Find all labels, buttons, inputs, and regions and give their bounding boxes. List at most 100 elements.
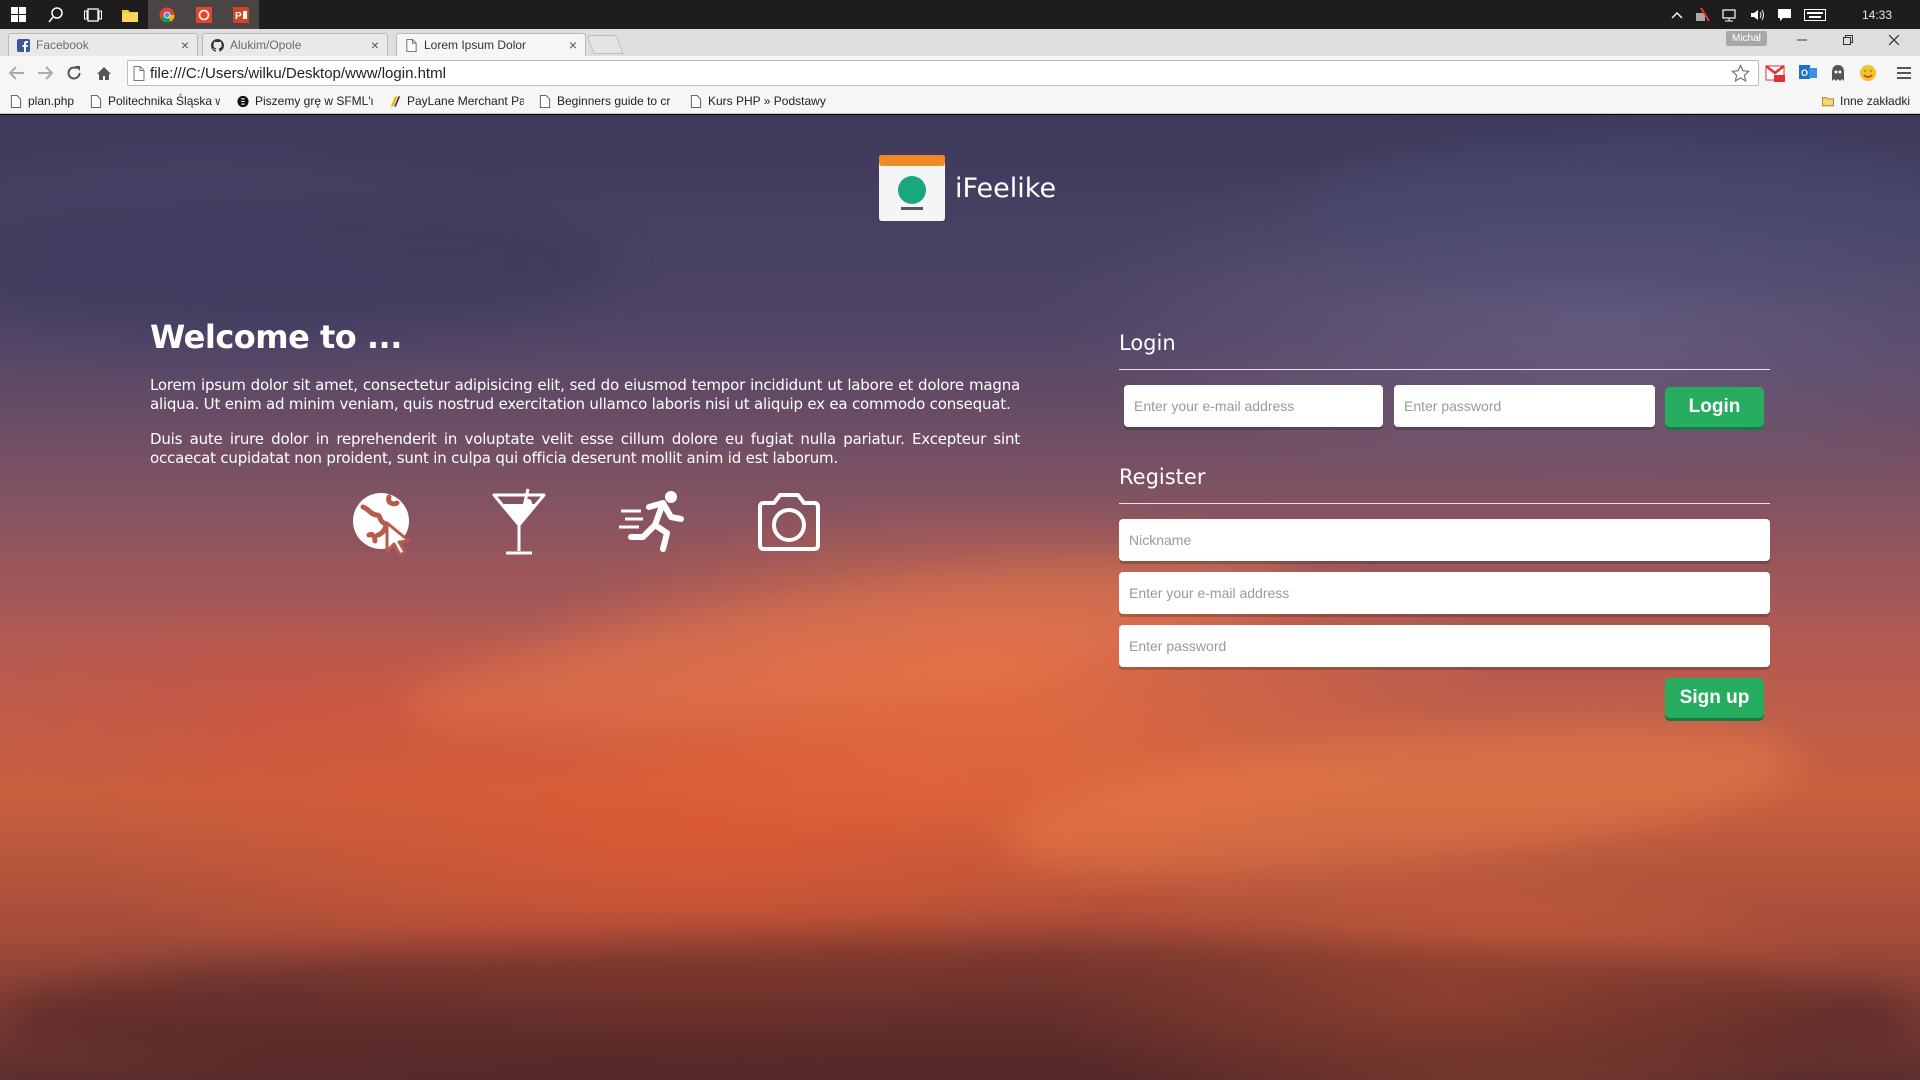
tab-lorem-ipsum[interactable]: Lorem Ipsum Dolor × — [396, 33, 586, 56]
bookmark-label: Politechnika Śląska w — [108, 94, 220, 108]
tab-label: Facebook — [36, 38, 89, 52]
start-button[interactable] — [0, 0, 37, 29]
bookmark-item[interactable]: Politechnika Śląska w — [90, 94, 220, 108]
emoji-extension[interactable] — [1858, 63, 1878, 83]
taskbar-app-orange[interactable] — [185, 0, 222, 29]
ghostery-extension[interactable] — [1828, 63, 1848, 83]
search-button[interactable] — [37, 0, 74, 29]
bookmark-item[interactable]: Piszemy grę w SFML'u — [237, 94, 373, 108]
cocktail-icon — [492, 488, 546, 555]
folder-icon — [1822, 96, 1834, 106]
home-icon — [97, 66, 111, 80]
search-icon — [47, 6, 63, 22]
chevron-up-icon[interactable] — [1671, 11, 1683, 19]
tab-label: Lorem Ipsum Dolor — [424, 38, 527, 52]
forward-button[interactable] — [34, 62, 56, 84]
address-bar[interactable]: file:///C:/Users/wilku/Desktop/www/login… — [127, 60, 1759, 86]
divider — [1119, 503, 1770, 504]
github-icon — [211, 38, 224, 52]
arrow-left-icon — [9, 66, 24, 80]
login-page: iFeelike Welcome to ... Lorem ipsum dolo… — [0, 115, 1920, 1080]
chrome-icon — [159, 7, 174, 22]
register-title: Register — [1119, 465, 1206, 489]
bookmark-item[interactable]: PayLane Merchant Pa — [389, 94, 524, 108]
login-email-input[interactable] — [1124, 385, 1383, 427]
welcome-paragraph: Duis aute irure dolor in reprehenderit i… — [150, 430, 1020, 467]
signup-button[interactable]: Sign up — [1665, 678, 1764, 718]
folder-icon — [121, 9, 138, 22]
register-nickname-input[interactable] — [1119, 519, 1770, 561]
divider — [1119, 369, 1770, 370]
powerpoint-icon: P — [232, 6, 249, 23]
restore-button[interactable] — [1826, 29, 1870, 51]
camera-icon — [758, 493, 820, 551]
url-text: file:///C:/Users/wilku/Desktop/www/login… — [150, 64, 446, 82]
bookmark-item[interactable]: Beginners guide to cr — [539, 94, 675, 108]
page-icon — [10, 94, 22, 108]
tab-facebook[interactable]: Facebook × — [8, 33, 198, 56]
taskbar-powerpoint[interactable]: P — [222, 0, 259, 29]
page-icon — [133, 66, 145, 81]
bookmark-label: Inne zakładki — [1840, 94, 1911, 108]
outlook-extension[interactable]: O — [1798, 63, 1818, 83]
back-button[interactable] — [6, 62, 28, 84]
menu-button[interactable] — [1894, 63, 1914, 83]
browser-tab-strip: Facebook × Alukim/Opole × Lorem Ipsum Do… — [0, 29, 1920, 56]
bookmark-item[interactable]: Kurs PHP » Podstawy — [690, 94, 850, 108]
brand[interactable]: iFeelike — [879, 155, 1056, 221]
windows-taskbar: P 14:33 — [0, 0, 1920, 29]
reload-button[interactable] — [63, 62, 85, 84]
background-cloud — [1300, 135, 1920, 295]
task-view-button[interactable] — [74, 0, 111, 29]
register-password-input[interactable] — [1119, 625, 1770, 667]
notifications-icon[interactable] — [1777, 8, 1792, 22]
login-title: Login — [1119, 331, 1176, 355]
welcome-section: Welcome to ... Lorem ipsum dolor sit ame… — [150, 318, 1020, 484]
globe-cursor-icon — [353, 493, 411, 557]
svg-text:O: O — [1801, 68, 1808, 78]
background-cloud — [995, 693, 1805, 907]
tab-label: Alukim/Opole — [230, 38, 302, 52]
close-icon[interactable]: × — [371, 37, 379, 53]
gmail-extension[interactable] — [1765, 63, 1785, 83]
register-email-input[interactable] — [1119, 572, 1770, 614]
minimize-icon — [1797, 39, 1807, 41]
gmail-icon — [1765, 65, 1785, 82]
outlook-icon: O — [1799, 65, 1817, 79]
login-password-input[interactable] — [1394, 385, 1655, 427]
bookmark-label: Piszemy grę w SFML'u — [255, 94, 373, 108]
network-icon[interactable] — [1722, 8, 1738, 22]
running-icon — [619, 491, 684, 552]
windows-logo-icon — [11, 7, 26, 22]
welcome-title: Welcome to ... — [150, 318, 402, 356]
browser-toolbar: file:///C:/Users/wilku/Desktop/www/login… — [0, 56, 1920, 90]
paylane-icon — [390, 95, 401, 107]
other-bookmarks[interactable]: Inne zakładki — [1822, 94, 1916, 108]
restore-icon — [1843, 35, 1853, 45]
brand-logo-icon — [879, 155, 945, 221]
sfml-icon — [237, 95, 249, 107]
tab-alukim-opole[interactable]: Alukim/Opole × — [202, 33, 388, 56]
profile-badge[interactable]: Michał — [1726, 31, 1767, 46]
facebook-icon — [17, 38, 30, 52]
new-tab-button[interactable] — [586, 35, 624, 54]
tray-app-icon[interactable] — [1695, 7, 1710, 22]
taskbar-file-explorer[interactable] — [111, 0, 148, 29]
bookmark-label: PayLane Merchant Pa — [407, 94, 524, 108]
close-icon[interactable]: × — [569, 37, 577, 53]
keyboard-icon[interactable] — [1803, 8, 1826, 21]
page-icon — [690, 94, 702, 108]
home-button[interactable] — [93, 62, 115, 84]
taskbar-clock[interactable]: 14:33 — [1862, 8, 1892, 22]
bookmark-item[interactable]: plan.php — [10, 94, 90, 108]
minimize-button[interactable] — [1780, 29, 1824, 51]
close-window-button[interactable] — [1872, 29, 1916, 51]
page-icon — [90, 94, 102, 108]
arrow-right-icon — [38, 66, 53, 80]
bookmark-star-icon[interactable] — [1731, 64, 1750, 83]
close-icon[interactable]: × — [181, 37, 189, 53]
taskbar-chrome[interactable] — [148, 0, 185, 29]
login-button[interactable]: Login — [1665, 387, 1764, 427]
app-orange-icon — [195, 6, 212, 23]
volume-icon[interactable] — [1750, 8, 1765, 22]
